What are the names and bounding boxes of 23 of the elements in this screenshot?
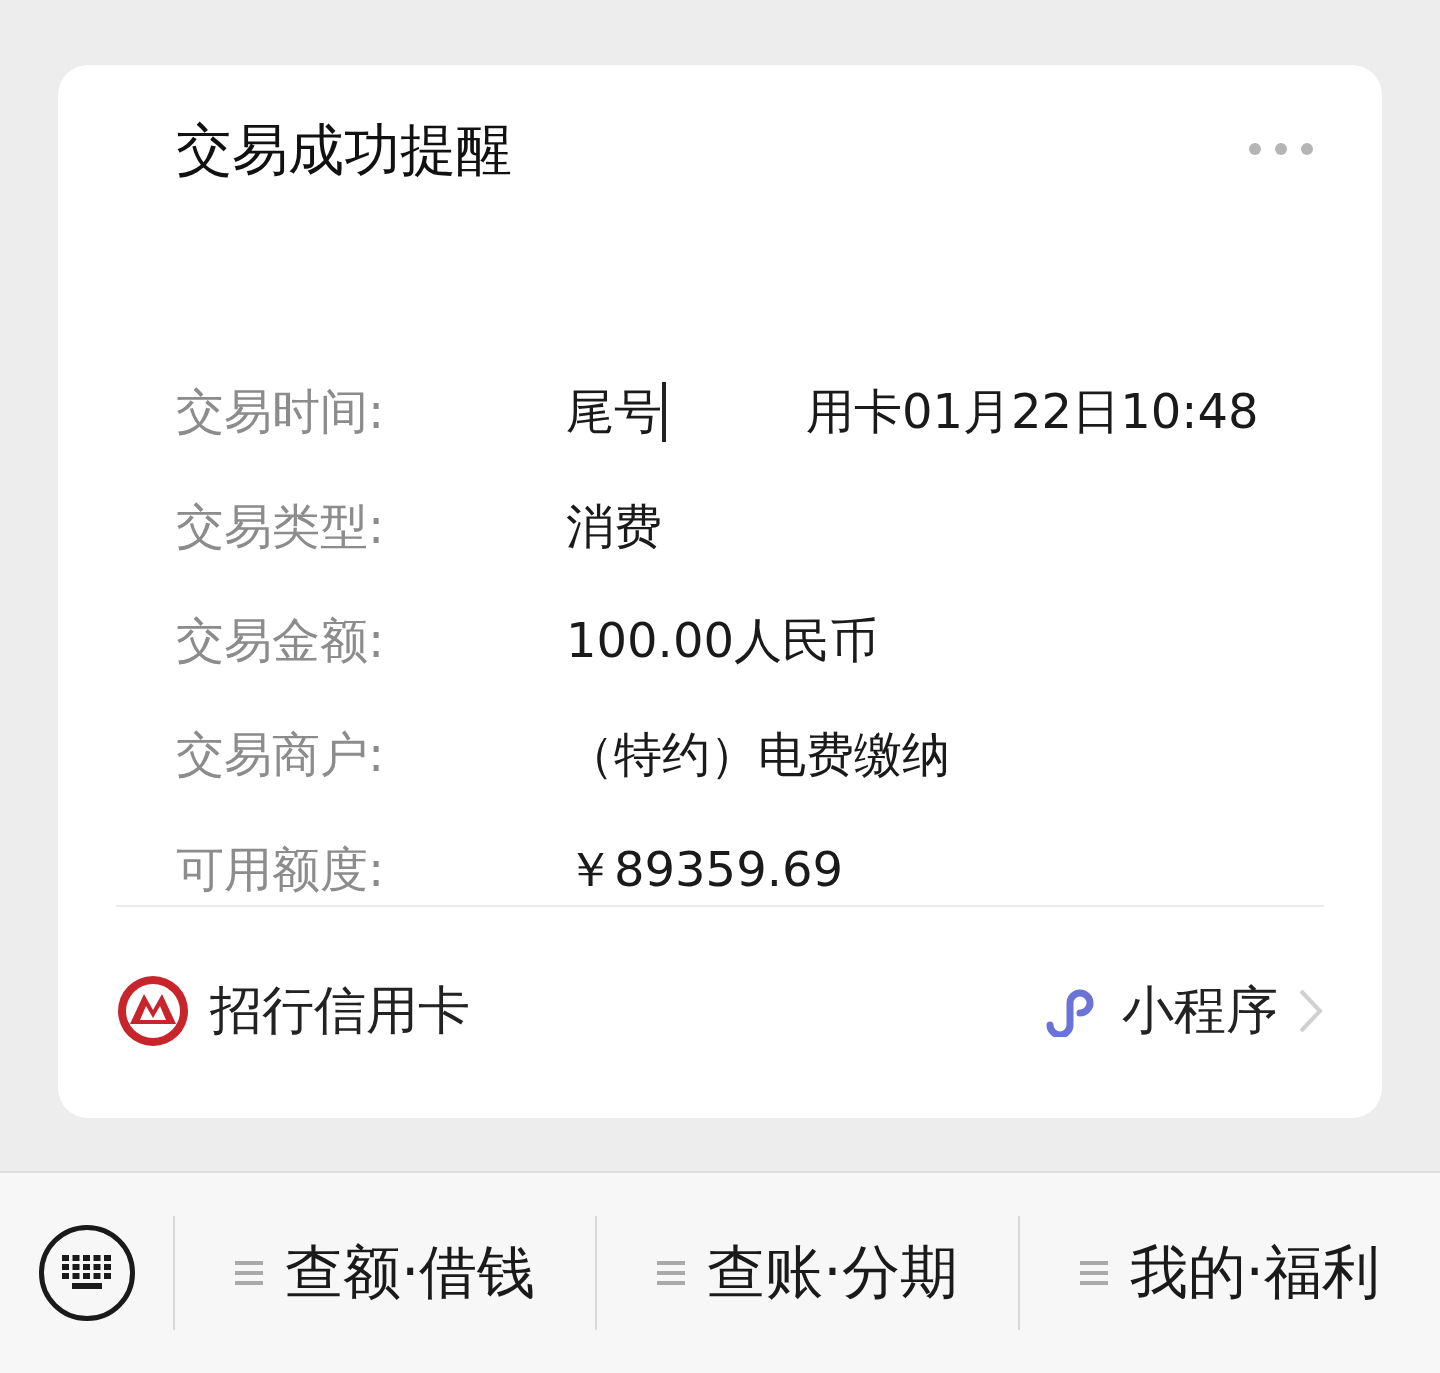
mini-program-link[interactable]: 小程序 [1044,975,1324,1046]
field-label: 交易商户: [176,725,386,785]
bank-logo-icon [116,973,190,1048]
field-value: 消费 [566,496,662,556]
chevron-right-icon [1298,987,1324,1034]
menu-icon [657,1260,686,1286]
field-value: 尾号 [566,382,662,442]
keyboard-button[interactable] [39,1225,135,1321]
menu-button[interactable]: 我的·福利 [1017,1216,1440,1330]
field-label: 交易类型: [176,496,386,556]
field-value: （特约）电费缴纳 [566,725,950,785]
card-title: 交易成功提醒 [176,122,512,178]
menu-icon [1079,1260,1108,1286]
source-name: 招行信用卡 [210,978,470,1042]
menu-button[interactable]: 查账·分期 [595,1216,1018,1330]
field-value: 100.00人民币 [566,611,878,670]
field-label: 交易金额: [176,611,386,670]
field-label: 交易时间: [176,382,386,442]
field-value: ￥89359.69 [566,839,844,899]
menu-icon [234,1260,263,1286]
field-label: 可用额度: [176,839,386,899]
menu-button[interactable]: 查额·借钱 [173,1216,596,1330]
field-value: 用卡01月22日10:48 [806,382,1259,442]
